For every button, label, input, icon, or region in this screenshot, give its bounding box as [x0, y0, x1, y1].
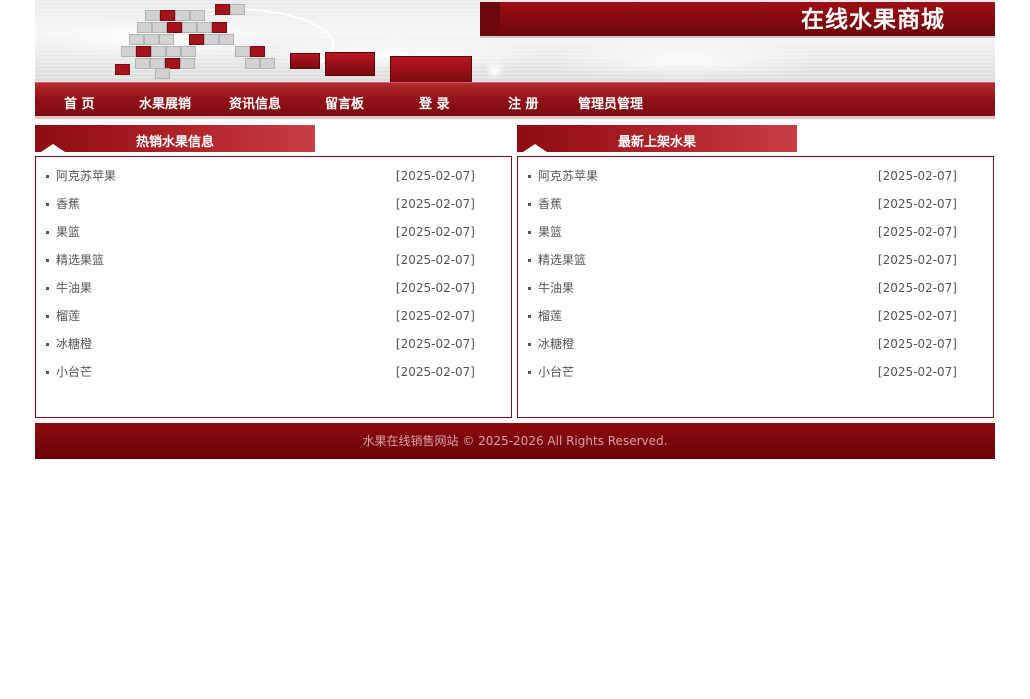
site-title: 在线水果商城: [801, 7, 945, 33]
fruit-name-link[interactable]: 牛油果: [56, 281, 92, 295]
nav-guestbook[interactable]: 留言板: [325, 93, 364, 112]
hot-fruit-list: 阿克苏苹果 [2025-02-07] 香蕉 [2025-02-07] 果篮 [2025…: [36, 157, 511, 391]
item-date: [2025-02-07]: [877, 309, 957, 323]
fruit-name-link[interactable]: 精选果篮: [56, 253, 104, 267]
banner-red-box-1: [290, 53, 320, 69]
nav-home[interactable]: 首 页: [64, 93, 95, 112]
item-date: [2025-02-07]: [395, 225, 475, 239]
nav-news[interactable]: 资讯信息: [229, 93, 281, 112]
fruit-name-link[interactable]: 冰糖橙: [56, 337, 92, 351]
item-date: [2025-02-07]: [877, 169, 957, 183]
list-item[interactable]: 精选果篮 [2025-02-07]: [36, 251, 511, 279]
nav-login[interactable]: 登 录: [419, 93, 450, 112]
item-date: [2025-02-07]: [395, 169, 475, 183]
list-item[interactable]: 果篮 [2025-02-07]: [518, 223, 993, 251]
fruit-name-link[interactable]: 小台芒: [56, 365, 92, 379]
page-container: 在线水果商城 首 页 水果展销 资讯信息 留言板 登 录 注 册 管理员管理 热…: [35, 0, 995, 459]
bullet-icon: [46, 203, 49, 206]
bullet-icon: [528, 343, 531, 346]
nav-fruit-showcase[interactable]: 水果展销: [139, 93, 191, 112]
hot-fruit-panel: 热销水果信息 阿克苏苹果 [2025-02-07] 香蕉 [2025-02-07] …: [35, 125, 512, 418]
fruit-name-link[interactable]: 小台芒: [538, 365, 574, 379]
bullet-icon: [528, 231, 531, 234]
fruit-name-link[interactable]: 榴莲: [56, 309, 80, 323]
bullet-icon: [46, 287, 49, 290]
banner-light-flare: [485, 60, 505, 80]
bullet-icon: [528, 259, 531, 262]
bullet-icon: [528, 175, 531, 178]
bullet-icon: [528, 203, 531, 206]
list-item[interactable]: 阿克苏苹果 [2025-02-07]: [36, 167, 511, 195]
item-date: [2025-02-07]: [877, 281, 957, 295]
bullet-icon: [528, 371, 531, 374]
list-item[interactable]: 精选果篮 [2025-02-07]: [518, 251, 993, 279]
item-date: [2025-02-07]: [877, 225, 957, 239]
item-date: [2025-02-07]: [395, 253, 475, 267]
bullet-icon: [46, 371, 49, 374]
bullet-icon: [46, 259, 49, 262]
item-date: [2025-02-07]: [877, 253, 957, 267]
item-date: [2025-02-07]: [877, 365, 957, 379]
item-date: [2025-02-07]: [395, 197, 475, 211]
list-item[interactable]: 阿克苏苹果 [2025-02-07]: [518, 167, 993, 195]
item-date: [2025-02-07]: [877, 337, 957, 351]
panel-body: 阿克苏苹果 [2025-02-07] 香蕉 [2025-02-07] 果篮 [2025…: [35, 156, 512, 418]
fruit-name-link[interactable]: 榴莲: [538, 309, 562, 323]
bullet-icon: [46, 315, 49, 318]
list-item[interactable]: 小台芒 [2025-02-07]: [36, 363, 511, 391]
list-item[interactable]: 牛油果 [2025-02-07]: [518, 279, 993, 307]
bullet-icon: [46, 343, 49, 346]
bullet-icon: [528, 315, 531, 318]
bullet-icon: [46, 175, 49, 178]
banner-red-box-3: [390, 56, 472, 82]
banner-red-box-2: [325, 52, 375, 76]
fruit-name-link[interactable]: 冰糖橙: [538, 337, 574, 351]
fruit-name-link[interactable]: 香蕉: [56, 197, 80, 211]
fruit-name-link[interactable]: 果篮: [56, 225, 80, 239]
header-banner: 在线水果商城: [35, 0, 995, 82]
bullet-icon: [528, 287, 531, 290]
nav-register[interactable]: 注 册: [508, 93, 539, 112]
item-date: [2025-02-07]: [395, 309, 475, 323]
nav-admin[interactable]: 管理员管理: [578, 93, 643, 112]
panel-title: 热销水果信息: [135, 135, 214, 150]
fruit-name-link[interactable]: 牛油果: [538, 281, 574, 295]
bullet-icon: [46, 231, 49, 234]
fruit-name-link[interactable]: 香蕉: [538, 197, 562, 211]
item-date: [2025-02-07]: [395, 337, 475, 351]
list-item[interactable]: 榴莲 [2025-02-07]: [36, 307, 511, 335]
list-item[interactable]: 榴莲 [2025-02-07]: [518, 307, 993, 335]
list-item[interactable]: 香蕉 [2025-02-07]: [518, 195, 993, 223]
panel-header: 热销水果信息: [35, 125, 315, 152]
list-item[interactable]: 小台芒 [2025-02-07]: [518, 363, 993, 391]
fruit-name-link[interactable]: 阿克苏苹果: [538, 169, 598, 183]
new-fruit-list: 阿克苏苹果 [2025-02-07] 香蕉 [2025-02-07] 果篮 [2025…: [518, 157, 993, 391]
panel-body: 阿克苏苹果 [2025-02-07] 香蕉 [2025-02-07] 果篮 [2025…: [517, 156, 994, 418]
main-nav: 首 页 水果展销 资讯信息 留言板 登 录 注 册 管理员管理: [35, 82, 995, 119]
fruit-name-link[interactable]: 果篮: [538, 225, 562, 239]
new-fruit-panel: 最新上架水果 阿克苏苹果 [2025-02-07] 香蕉 [2025-02-07] …: [517, 125, 994, 418]
fruit-name-link[interactable]: 精选果篮: [538, 253, 586, 267]
list-item[interactable]: 冰糖橙 [2025-02-07]: [36, 335, 511, 363]
item-date: [2025-02-07]: [395, 281, 475, 295]
banner-cube-graphic: [115, 4, 295, 80]
list-item[interactable]: 香蕉 [2025-02-07]: [36, 195, 511, 223]
item-date: [2025-02-07]: [877, 197, 957, 211]
footer: 水果在线销售网站 © 2025-2026 All Rights Reserved…: [35, 423, 995, 459]
footer-copyright: 水果在线销售网站 © 2025-2026 All Rights Reserved…: [362, 434, 668, 448]
list-item[interactable]: 果篮 [2025-02-07]: [36, 223, 511, 251]
list-item[interactable]: 牛油果 [2025-02-07]: [36, 279, 511, 307]
list-item[interactable]: 冰糖橙 [2025-02-07]: [518, 335, 993, 363]
fruit-name-link[interactable]: 阿克苏苹果: [56, 169, 116, 183]
panel-title: 最新上架水果: [617, 135, 696, 150]
item-date: [2025-02-07]: [395, 365, 475, 379]
panel-header: 最新上架水果: [517, 125, 797, 152]
